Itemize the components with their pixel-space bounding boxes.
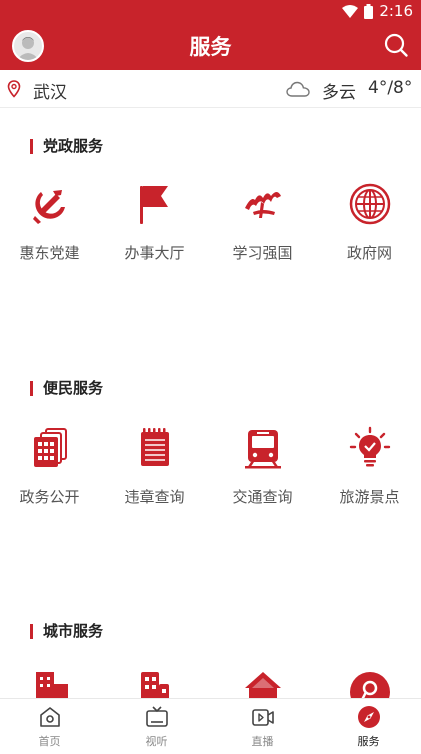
service-label: 违章查询 bbox=[124, 488, 185, 506]
search-icon[interactable] bbox=[383, 32, 409, 58]
service-label: 办事大厅 bbox=[124, 244, 185, 262]
party-emblem-icon bbox=[32, 190, 65, 224]
compass-icon bbox=[357, 706, 380, 728]
service-item-violation-query[interactable]: 违章查询 bbox=[101, 426, 208, 507]
service-label: 政务公开 bbox=[19, 488, 80, 506]
service-item-tourist-spots[interactable]: 旅游景点 bbox=[316, 426, 421, 507]
service-label: 旅游景点 bbox=[339, 488, 400, 506]
tab-label: 直播 bbox=[251, 735, 274, 748]
service-label: 交通查询 bbox=[232, 488, 293, 506]
service-item-traffic-query[interactable]: 交通查询 bbox=[209, 426, 316, 507]
service-item-city-3[interactable] bbox=[209, 668, 316, 698]
location-weather-bar: 武汉 多云 4°/8° bbox=[0, 70, 421, 108]
tv-icon bbox=[145, 706, 168, 727]
xuexi-logo-icon bbox=[244, 192, 281, 218]
weather-condition: 多云 bbox=[322, 83, 356, 103]
app-header: 2:16 服务 bbox=[0, 0, 421, 70]
battery-icon bbox=[364, 3, 374, 19]
service-label: 学习强国 bbox=[232, 244, 293, 262]
train-icon bbox=[244, 430, 281, 469]
tab-live[interactable]: 直播 bbox=[210, 705, 315, 749]
service-item-city-1[interactable] bbox=[0, 668, 103, 698]
tab-label: 首页 bbox=[38, 735, 61, 748]
service-item-xuexi[interactable]: 学习强国 bbox=[209, 182, 316, 263]
service-item-gov-affairs[interactable]: 政务公开 bbox=[0, 426, 103, 507]
tab-home[interactable]: 首页 bbox=[0, 705, 102, 749]
city-services-grid bbox=[0, 668, 421, 698]
lightbulb-icon bbox=[349, 426, 390, 467]
cloud-icon bbox=[286, 81, 310, 97]
section-title-city: 城市服务 bbox=[30, 624, 103, 639]
tab-services[interactable]: 服务 bbox=[316, 705, 421, 749]
home-icon bbox=[39, 707, 60, 727]
service-item-service-hall[interactable]: 办事大厅 bbox=[101, 182, 208, 263]
status-time: 2:16 bbox=[379, 2, 413, 20]
bottom-tab-bar: 首页 视听 直播 服务 bbox=[0, 698, 421, 754]
service-item-city-4[interactable] bbox=[316, 668, 421, 698]
video-icon bbox=[251, 709, 274, 726]
apartment-icon bbox=[140, 672, 169, 698]
page-title: 服务 bbox=[189, 35, 232, 59]
service-label: 政府网 bbox=[346, 244, 392, 262]
service-item-gov-website[interactable]: 政府网 bbox=[316, 182, 421, 263]
location-pin-icon bbox=[7, 80, 21, 98]
section-title-convenience: 便民服务 bbox=[30, 381, 103, 396]
city-building-icon bbox=[35, 672, 68, 698]
convenience-services-grid: 政务公开 违章查询 交通查询 旅游景点 bbox=[0, 426, 421, 536]
section-title-party: 党政服务 bbox=[30, 139, 103, 154]
wifi-icon bbox=[342, 4, 359, 18]
building-cards-icon bbox=[33, 428, 67, 467]
service-label: 惠东党建 bbox=[19, 244, 80, 262]
tab-label: 服务 bbox=[357, 735, 380, 748]
party-services-grid: 惠东党建 办事大厅 学习强国 政府网 bbox=[0, 182, 421, 292]
temperature: 4°/8° bbox=[368, 78, 413, 98]
notepad-icon bbox=[140, 428, 169, 466]
globe-icon bbox=[349, 183, 390, 225]
tab-label: 视听 bbox=[145, 735, 168, 748]
service-item-city-2[interactable] bbox=[101, 668, 208, 698]
city-name[interactable]: 武汉 bbox=[33, 78, 67, 103]
house-icon bbox=[244, 672, 281, 698]
status-bar: 2:16 bbox=[342, 0, 421, 22]
flag-icon bbox=[139, 186, 168, 224]
tab-audio-video[interactable]: 视听 bbox=[104, 705, 209, 749]
service-item-party-building[interactable]: 惠东党建 bbox=[0, 182, 103, 263]
location-badge-icon bbox=[349, 672, 390, 698]
